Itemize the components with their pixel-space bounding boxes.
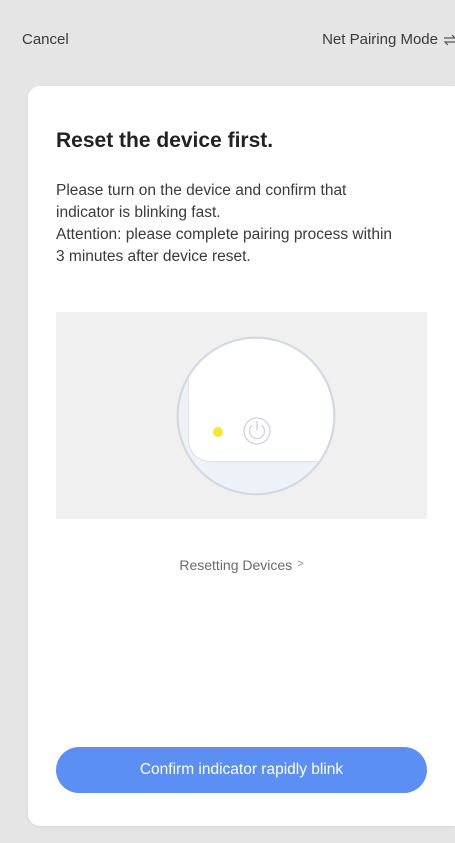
instruction-line: Please turn on the device and confirm th… [56,182,347,221]
cancel-button[interactable]: Cancel [22,31,69,48]
resetting-devices-label: Resetting Devices [179,557,293,573]
chevron-right-icon: > [297,558,304,570]
net-pairing-mode-label: Net Pairing Mode [322,31,438,48]
top-bar: Cancel Net Pairing Mode [0,0,455,80]
net-pairing-mode-button[interactable]: Net Pairing Mode [322,31,455,48]
resetting-devices-link[interactable]: Resetting Devices > [28,557,455,573]
device-illustration [56,312,427,519]
reset-device-card: Reset the device first. Please turn on t… [28,86,455,826]
indicator-light-icon [213,427,223,437]
confirm-indicator-button[interactable]: Confirm indicator rapidly blink [56,747,427,793]
swap-arrows-icon [443,33,455,47]
page-title: Reset the device first. [56,129,274,152]
instructions-text: Please turn on the device and confirm th… [56,180,401,268]
attention-line: Attention: please complete pairing proce… [56,226,393,265]
